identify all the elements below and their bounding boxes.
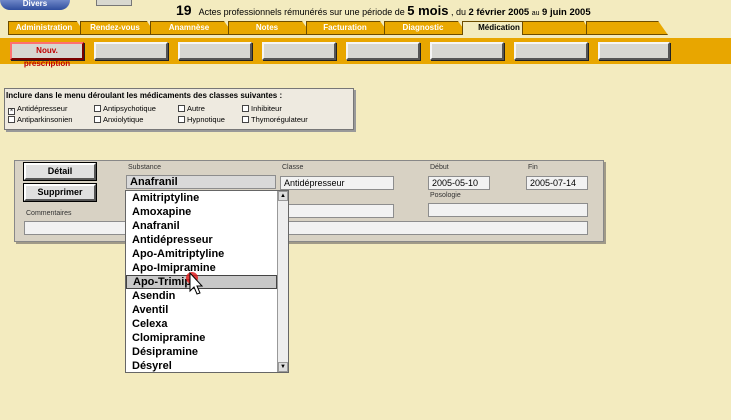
checkbox-label: Inhibiteur bbox=[251, 104, 282, 113]
checkbox-antipsychotique[interactable]: Antipsychotique bbox=[94, 104, 156, 113]
checkbox-label: Antipsychotique bbox=[103, 104, 156, 113]
mouse-pointer-icon bbox=[186, 271, 204, 295]
checkbox-label: Antiparkinsonien bbox=[17, 115, 73, 124]
dropdown-scrollbar[interactable]: ▲ ▼ bbox=[277, 191, 288, 372]
checkbox-inhibiteur[interactable]: Inhibiteur bbox=[242, 104, 282, 113]
tab-empty-1[interactable] bbox=[522, 21, 592, 35]
posologie-label: Posologie bbox=[430, 192, 461, 199]
tab-notes[interactable]: Notes bbox=[228, 21, 312, 35]
checkbox-icon bbox=[242, 105, 249, 112]
checkbox-label: Autre bbox=[187, 104, 205, 113]
tab-empty-2[interactable] bbox=[586, 21, 668, 35]
substance-dropdown-list[interactable]: Amitriptyline Amoxapine Anafranil Antidé… bbox=[125, 190, 289, 373]
checkbox-antidepresseur[interactable]: × Antidépresseur bbox=[8, 104, 67, 115]
checkbox-checked-icon: × bbox=[8, 108, 15, 115]
posologie-field[interactable] bbox=[428, 203, 588, 217]
scroll-down-icon[interactable]: ▼ bbox=[278, 362, 288, 372]
toolbar-button-7[interactable] bbox=[514, 42, 588, 60]
list-item[interactable]: Clomipramine bbox=[126, 331, 277, 345]
list-item[interactable]: Antidépresseur bbox=[126, 233, 277, 247]
classe-field[interactable]: Antidépresseur bbox=[280, 176, 394, 190]
checkbox-label: Hypnotique bbox=[187, 115, 225, 124]
tab-diagnostic[interactable]: Diagnostic bbox=[384, 21, 468, 35]
fin-field[interactable]: 2005-07-14 bbox=[526, 176, 588, 190]
new-prescription-button[interactable]: Nouv. prescription bbox=[10, 42, 84, 68]
end-date: 9 juin 2005 bbox=[542, 7, 591, 18]
debut-field[interactable]: 2005-05-10 bbox=[428, 176, 490, 190]
toolbar-button-6[interactable] bbox=[430, 42, 504, 60]
checkbox-label: Thymorégulateur bbox=[251, 115, 308, 124]
start-date: 2 février 2005 bbox=[468, 7, 530, 18]
pro-count: 19 bbox=[176, 2, 192, 18]
list-item[interactable]: Désipramine bbox=[126, 345, 277, 359]
commentaires-field[interactable] bbox=[24, 221, 588, 235]
tab-administration[interactable]: Administration bbox=[8, 21, 86, 35]
au-text: au bbox=[531, 10, 540, 17]
substance-select[interactable]: Anafranil bbox=[126, 175, 276, 189]
period-value: 5 mois bbox=[407, 3, 449, 18]
checkbox-icon bbox=[178, 105, 185, 112]
detail-button[interactable]: Détail bbox=[23, 162, 97, 181]
du-text: , du bbox=[450, 7, 466, 17]
list-item[interactable]: Celexa bbox=[126, 317, 277, 331]
list-item[interactable]: Amitriptyline bbox=[126, 191, 277, 205]
checkbox-hypnotique[interactable]: Hypnotique bbox=[178, 115, 225, 124]
checkbox-anxiolytique[interactable]: Anxiolytique bbox=[94, 115, 143, 124]
checkbox-thymoregulateur[interactable]: Thymorégulateur bbox=[242, 115, 308, 124]
checkbox-icon bbox=[178, 116, 185, 123]
tab-facturation[interactable]: Facturation bbox=[306, 21, 390, 35]
checkbox-icon bbox=[94, 105, 101, 112]
fin-label: Fin bbox=[528, 164, 538, 171]
substance-label: Substance bbox=[128, 164, 162, 171]
period-summary: 19 Actes professionnels rémunérés sur un… bbox=[176, 2, 591, 18]
tab-bar: Administration Rendez-vous Anamnèse Note… bbox=[8, 21, 668, 35]
tab-rendez-vous[interactable]: Rendez-vous bbox=[80, 21, 156, 35]
list-item[interactable]: Désyrel bbox=[126, 359, 277, 372]
period-text: Actes professionnels rémunérés sur une p… bbox=[198, 7, 405, 17]
toolbar-button-3[interactable] bbox=[178, 42, 252, 60]
top-small-button[interactable] bbox=[96, 0, 132, 6]
list-item[interactable]: Amoxapine bbox=[126, 205, 277, 219]
tab-anamnese[interactable]: Anamnèse bbox=[150, 21, 234, 35]
checkbox-antiparkinsonien[interactable]: Antiparkinsonien bbox=[8, 115, 72, 124]
checkbox-label: Antidépresseur bbox=[17, 104, 68, 113]
list-item[interactable]: Aventil bbox=[126, 303, 277, 317]
toolbar-button-2[interactable] bbox=[94, 42, 168, 60]
debut-label: Début bbox=[430, 164, 449, 171]
checkbox-icon bbox=[94, 116, 101, 123]
checkbox-icon bbox=[8, 116, 15, 123]
scroll-up-icon[interactable]: ▲ bbox=[278, 191, 288, 201]
toolbar-button-4[interactable] bbox=[262, 42, 336, 60]
divers-button[interactable]: Divers bbox=[0, 0, 70, 10]
checkbox-icon bbox=[242, 116, 249, 123]
toolbar-button-8[interactable] bbox=[598, 42, 670, 60]
classe-label: Classe bbox=[282, 164, 304, 171]
commentaires-label: Commentaires bbox=[26, 210, 72, 217]
list-item[interactable]: Anafranil bbox=[126, 219, 277, 233]
toolbar-button-5[interactable] bbox=[346, 42, 420, 60]
checkbox-autre[interactable]: Autre bbox=[178, 104, 205, 113]
secondary-field[interactable] bbox=[280, 204, 394, 218]
delete-button[interactable]: Supprimer bbox=[23, 183, 97, 202]
filter-title: Inclure dans le menu déroulant les médic… bbox=[6, 91, 283, 100]
list-item[interactable]: Apo-Amitriptyline bbox=[126, 247, 277, 261]
checkbox-label: Anxiolytique bbox=[103, 115, 144, 124]
